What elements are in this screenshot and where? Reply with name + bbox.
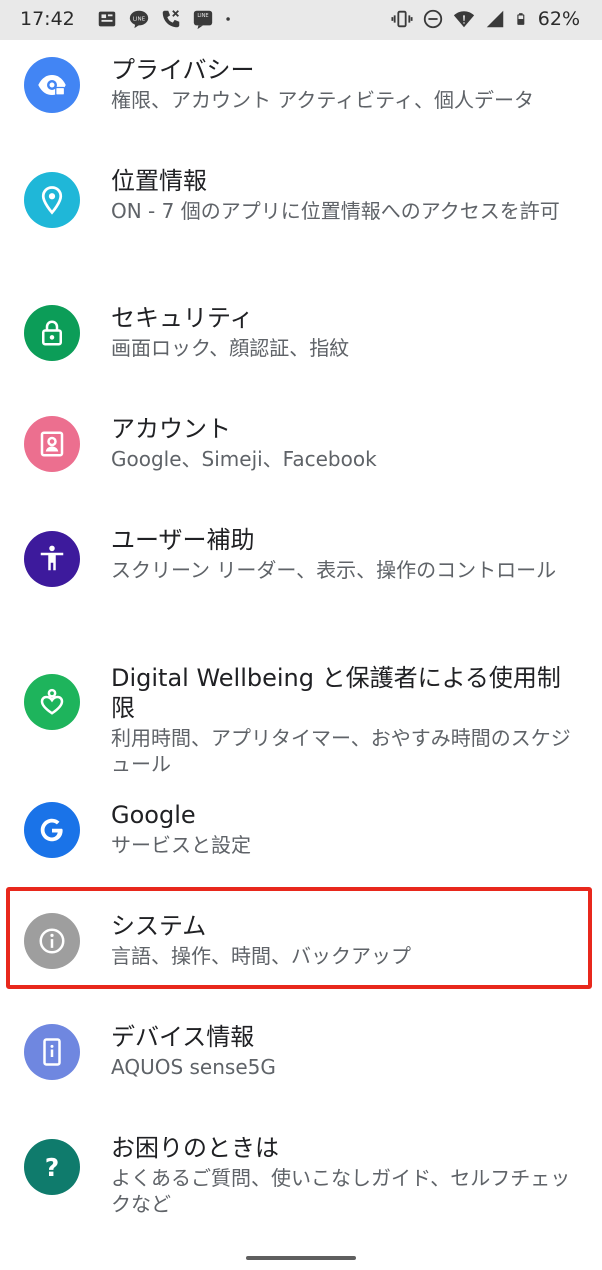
item-title: ユーザー補助 [111, 526, 255, 554]
svg-text:LINE: LINE [133, 16, 146, 22]
news-icon [98, 11, 116, 27]
cell-signal-icon [486, 10, 504, 28]
home-indicator[interactable] [246, 1256, 356, 1260]
item-title: 位置情報 [111, 167, 207, 195]
vibrate-icon [391, 10, 413, 28]
item-title: セキュリティ [111, 304, 254, 332]
location-pin-icon [41, 186, 63, 215]
privacy-eye-icon [38, 75, 66, 96]
wellbeing-heart-icon [40, 688, 64, 715]
info-icon [39, 928, 65, 954]
lock-icon [42, 320, 62, 346]
item-subtitle: ON - 7 個のアプリに位置情報へのアクセスを許可 [111, 199, 560, 223]
system-icons: 62% [391, 8, 580, 30]
wifi-icon [453, 11, 474, 28]
item-subtitle: よくあるご質問、使いこなしガイド、セルフチェックなど [111, 1166, 571, 1216]
item-subtitle: Google、Simeji、Facebook [111, 447, 377, 471]
item-subtitle: 言語、操作、時間、バックアップ [111, 944, 411, 968]
help-icon: ? [45, 1153, 60, 1182]
svg-text:LINE: LINE [197, 13, 208, 19]
item-title: システム [111, 912, 207, 940]
item-title: お困りのときは [111, 1134, 279, 1162]
google-icon [40, 818, 63, 842]
svg-text:?: ? [45, 1153, 60, 1182]
item-title: アカウント [111, 415, 231, 443]
status-time: 17:42 [20, 8, 75, 30]
item-title: プライバシー [111, 56, 255, 84]
item-title: Google [111, 801, 196, 829]
battery-percent: 62% [537, 8, 580, 30]
item-subtitle: スクリーン リーダー、表示、操作のコントロール [111, 558, 557, 582]
accessibility-icon [40, 545, 64, 571]
item-subtitle: AQUOS sense5G [111, 1055, 276, 1079]
battery-icon [517, 13, 525, 25]
dot-icon [226, 17, 230, 21]
item-title: デバイス情報 [111, 1023, 255, 1051]
line-icon: LINE [129, 10, 149, 29]
line-manga-icon: LINE [193, 10, 213, 30]
item-subtitle: 画面ロック、顔認証、指紋 [111, 336, 350, 360]
device-icon [43, 1038, 61, 1066]
notification-icons: LINE LINE [96, 8, 238, 30]
item-subtitle: サービスと設定 [111, 833, 251, 857]
item-title: Digital Wellbeing と保護者による使用制限 [111, 664, 561, 722]
missed-call-icon [162, 10, 180, 28]
item-subtitle: 利用時間、アプリタイマー、おやすみ時間のスケジュール [111, 726, 571, 776]
item-subtitle: 権限、アカウント アクティビティ、個人データ [111, 88, 534, 112]
status-bar: 17:42 LINE LINE 62% [0, 0, 602, 40]
account-icon [40, 431, 64, 457]
do-not-disturb-icon [423, 9, 442, 29]
